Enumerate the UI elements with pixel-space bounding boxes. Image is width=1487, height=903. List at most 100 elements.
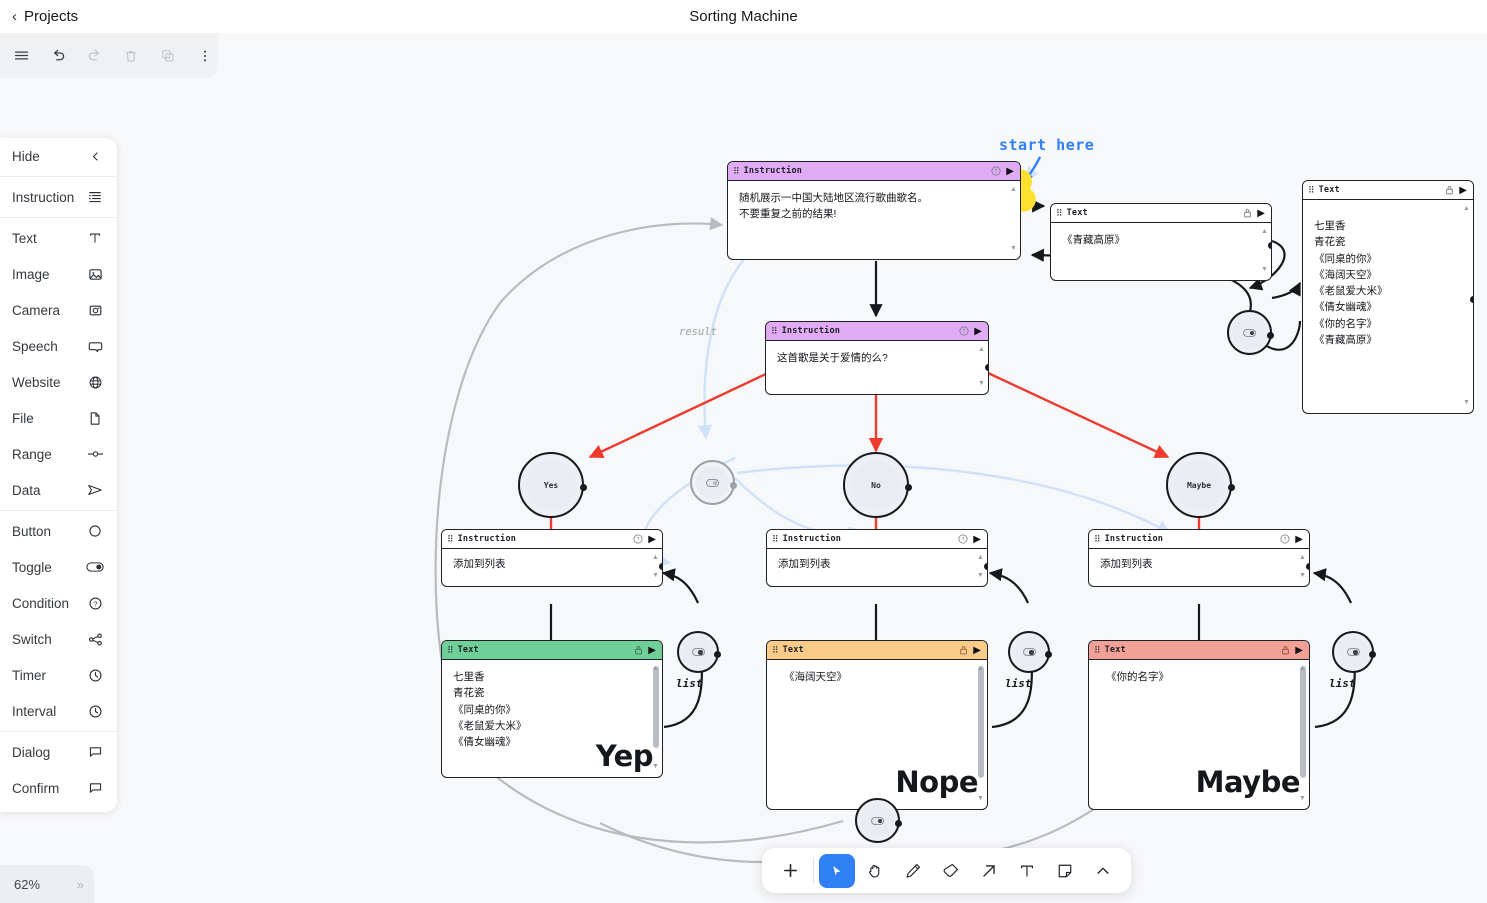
toggle-switch-icon[interactable]	[871, 816, 884, 825]
node-body[interactable]: 七里香 青花瓷 《同桌的你》 《海阔天空》 《老鼠爱大米》 《倩女幽魂》 《你的…	[1303, 200, 1473, 413]
node-output-port[interactable]	[1470, 296, 1473, 303]
node-output-port[interactable]	[905, 484, 912, 491]
node-body[interactable]: 添加到列表 ▲ ▼	[1089, 549, 1309, 586]
double-chevron-right-icon[interactable]: »	[77, 877, 84, 892]
drag-grip-icon[interactable]: ⠿	[447, 645, 454, 655]
node-toggle-center[interactable]	[690, 460, 737, 505]
pan-tool[interactable]	[857, 854, 893, 888]
node-instruction-add-yes[interactable]: ⠿ Instruction ? ▶ 添加到列表 ▲ ▼	[441, 529, 663, 587]
sidebar-item-button[interactable]: Button	[0, 513, 117, 549]
drag-grip-icon[interactable]: ⠿	[1308, 185, 1315, 195]
node-output-port[interactable]	[985, 364, 988, 371]
toggle-switch-icon[interactable]	[1243, 328, 1256, 337]
play-icon[interactable]: ▶	[1006, 166, 1014, 177]
drag-grip-icon[interactable]: ⠿	[1056, 208, 1063, 218]
text-tool[interactable]	[1009, 854, 1045, 888]
sidebar-item-range[interactable]: Range	[0, 436, 117, 472]
flow-canvas[interactable]: start here result list list list ⠿ Instr…	[0, 33, 1487, 903]
node-scrollbar[interactable]: ▲ ▼	[978, 345, 985, 390]
node-condition-yes[interactable]: Yes	[518, 452, 587, 518]
node-scrollbar[interactable]: ▲ ▼	[1299, 664, 1306, 805]
play-icon[interactable]: ▶	[648, 534, 656, 545]
node-output-port[interactable]	[714, 651, 721, 658]
node-header[interactable]: ⠿ Text ▶	[1089, 641, 1309, 660]
node-instruction-question[interactable]: ⠿ Instruction ? ▶ 这首歌是关于爱情的么? ▲ ▼	[765, 321, 989, 395]
sidebar-item-hide[interactable]: Hide	[0, 138, 117, 174]
node-header[interactable]: ⠿ Text ▶	[1303, 181, 1473, 200]
sidebar-item-data[interactable]: Data	[0, 472, 117, 508]
node-instruction-add-maybe[interactable]: ⠿ Instruction ? ▶ 添加到列表 ▲ ▼	[1088, 529, 1310, 587]
node-header[interactable]: ⠿ Instruction ? ▶	[442, 530, 662, 549]
node-text-history[interactable]: ⠿ Text ▶ 七里香 青花瓷 《同桌的你》 《海阔天空》 《老鼠爱大米》 《…	[1302, 180, 1474, 414]
toggle-switch-icon[interactable]	[706, 478, 719, 487]
sidebar-item-dialog[interactable]: Dialog	[0, 734, 117, 770]
node-body[interactable]: 《青藏高原》 ▲ ▼	[1051, 223, 1271, 280]
node-condition-no[interactable]: No	[843, 452, 912, 518]
sidebar-item-toggle[interactable]: Toggle	[0, 549, 117, 585]
sidebar-item-camera[interactable]: Camera	[0, 292, 117, 328]
node-instruction-add-no[interactable]: ⠿ Instruction ? ▶ 添加到列表 ▲ ▼	[766, 529, 988, 587]
question-circle-icon[interactable]: ?	[959, 326, 969, 336]
node-condition-maybe[interactable]: Maybe	[1166, 452, 1235, 518]
play-icon[interactable]: ▶	[1459, 185, 1467, 196]
select-tool[interactable]	[819, 853, 855, 888]
node-scrollbar[interactable]: ▲ ▼	[1010, 185, 1017, 255]
play-icon[interactable]: ▶	[1295, 645, 1303, 656]
question-circle-icon[interactable]: ?	[633, 534, 643, 544]
node-toggle-nope[interactable]	[1008, 631, 1052, 673]
node-text-result[interactable]: ⠿ Text ▶ 《青藏高原》 ▲ ▼	[1050, 203, 1272, 281]
node-instruction-main[interactable]: ⠿ Instruction ? ▶ 随机展示一中国大陆地区流行歌曲歌名。 不要重…	[727, 161, 1021, 260]
node-scrollbar[interactable]: ▲ ▼	[977, 664, 984, 805]
node-body[interactable]: 这首歌是关于爱情的么? ▲ ▼	[766, 341, 988, 394]
node-output-port[interactable]	[1228, 484, 1235, 491]
node-toggle-top-right[interactable]	[1227, 310, 1274, 355]
play-icon[interactable]: ▶	[974, 326, 982, 337]
menu-button[interactable]	[8, 41, 35, 71]
redo-button[interactable]	[81, 41, 108, 71]
node-header[interactable]: ⠿ Instruction ? ▶	[728, 162, 1020, 181]
drag-grip-icon[interactable]: ⠿	[772, 534, 779, 544]
node-text-maybe[interactable]: ⠿ Text ▶ 《你的名字》 Maybe ▲ ▼	[1088, 640, 1310, 810]
node-text-yep[interactable]: ⠿ Text ▶ 七里香 青花瓷 《同桌的你》 《老鼠爱大米》 《倩女幽魂》 Y…	[441, 640, 663, 778]
sidebar-item-image[interactable]: Image	[0, 256, 117, 292]
node-scrollbar[interactable]: ▲ ▼	[977, 553, 984, 582]
pen-tool[interactable]	[895, 854, 931, 888]
lock-icon[interactable]	[1243, 208, 1252, 218]
play-icon[interactable]: ▶	[1257, 208, 1265, 219]
node-scrollbar[interactable]: ▲ ▼	[1299, 553, 1306, 582]
zoom-control[interactable]: 62% »	[0, 865, 94, 903]
node-scrollbar[interactable]: ▲ ▼	[652, 553, 659, 582]
node-header[interactable]: ⠿ Instruction ? ▶	[767, 530, 987, 549]
sidebar-item-switch[interactable]: Switch	[0, 621, 117, 657]
play-icon[interactable]: ▶	[648, 645, 656, 656]
sidebar-item-instruction[interactable]: Instruction	[0, 179, 117, 215]
add-tool[interactable]	[772, 854, 808, 888]
play-icon[interactable]: ▶	[973, 645, 981, 656]
question-circle-icon[interactable]: ?	[991, 166, 1001, 176]
node-header[interactable]: ⠿ Instruction ? ▶	[766, 322, 988, 341]
node-output-port[interactable]	[895, 820, 902, 827]
note-tool[interactable]	[1047, 854, 1083, 888]
undo-button[interactable]	[45, 41, 72, 71]
node-output-port[interactable]	[659, 563, 662, 570]
play-icon[interactable]: ▶	[973, 534, 981, 545]
toggle-switch-icon[interactable]	[1346, 648, 1360, 656]
collapse-tool[interactable]	[1085, 854, 1121, 888]
node-toggle-maybe[interactable]	[1332, 631, 1376, 673]
node-output-port[interactable]	[1369, 651, 1376, 658]
drag-grip-icon[interactable]: ⠿	[733, 166, 740, 176]
drag-grip-icon[interactable]: ⠿	[771, 326, 778, 336]
node-header[interactable]: ⠿ Instruction ? ▶	[1089, 530, 1309, 549]
node-scrollbar[interactable]: ▲ ▼	[1261, 227, 1268, 276]
kebab-menu-icon[interactable]	[191, 41, 218, 71]
node-output-port[interactable]	[984, 563, 987, 570]
node-body[interactable]: 《你的名字》 Maybe ▲ ▼	[1089, 660, 1309, 809]
node-scrollbar[interactable]: ▲ ▼	[652, 664, 659, 773]
lock-icon[interactable]	[634, 645, 643, 655]
lock-icon[interactable]	[1445, 185, 1454, 195]
sidebar-item-condition[interactable]: Condition ?	[0, 585, 117, 621]
node-body[interactable]: 添加到列表 ▲ ▼	[442, 549, 662, 586]
drag-grip-icon[interactable]: ⠿	[772, 645, 779, 655]
eraser-tool[interactable]	[933, 854, 969, 888]
node-toggle-bottom[interactable]	[855, 798, 902, 843]
